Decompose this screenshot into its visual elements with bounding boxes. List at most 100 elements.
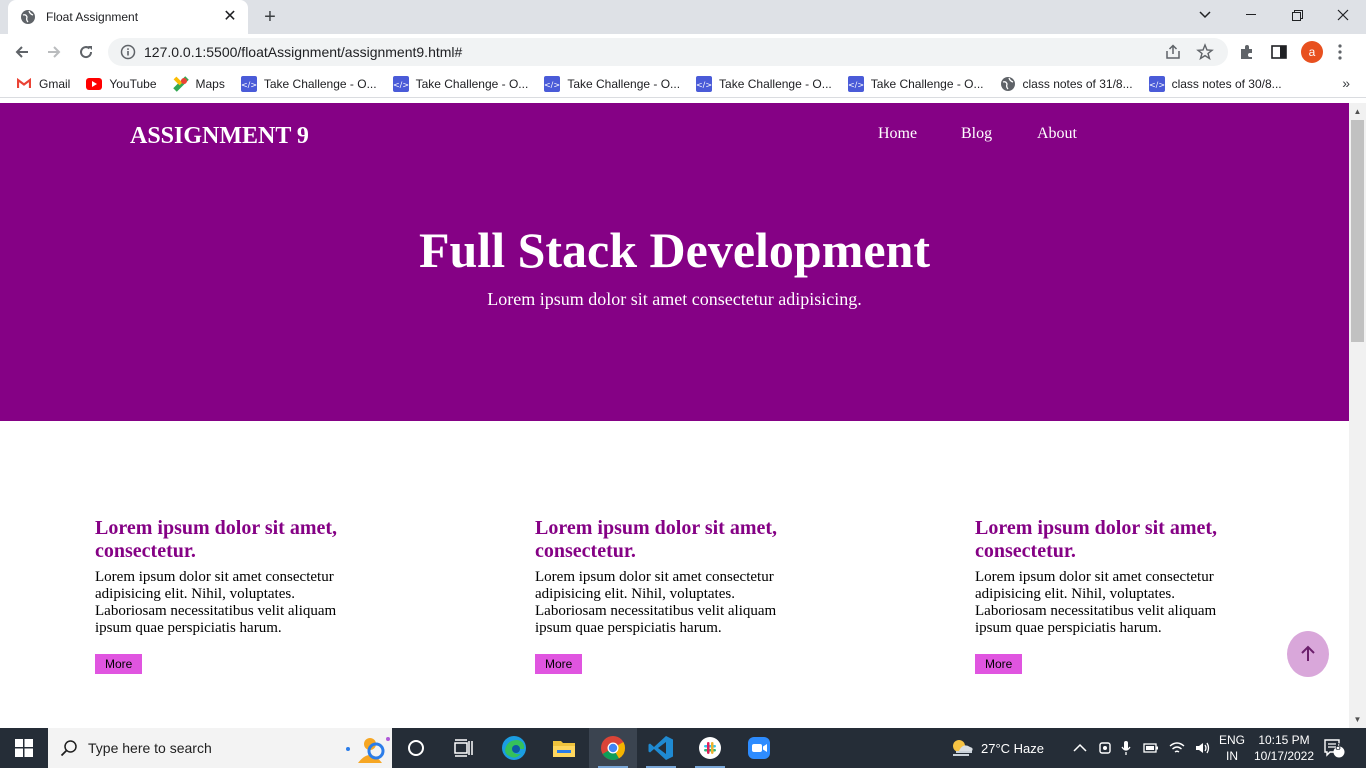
scroll-down-arrow-icon[interactable]: ▼	[1349, 711, 1366, 728]
notification-center-button[interactable]: 8	[1322, 728, 1346, 768]
bookmark-class-notes-31-8[interactable]: class notes of 31/8...	[1000, 76, 1133, 92]
code-icon: </>	[1148, 75, 1165, 92]
search-highlight-icon	[346, 737, 390, 763]
page-viewport: ASSIGNMENT 9 Home Blog About Full Stack …	[0, 103, 1349, 728]
bookmark-take-challenge-5[interactable]: </> Take Challenge - O...	[847, 75, 984, 92]
task-view-button[interactable]	[440, 728, 488, 768]
site-brand[interactable]: ASSIGNMENT 9	[130, 123, 309, 150]
volume-icon[interactable]	[1195, 741, 1211, 755]
taskbar-edge[interactable]	[490, 728, 538, 768]
card-heading: Lorem ipsum dolor sit amet, consectetur.	[95, 517, 338, 562]
vscode-icon	[648, 736, 673, 760]
minimize-button[interactable]	[1228, 0, 1274, 30]
scroll-to-top-button[interactable]	[1287, 631, 1329, 677]
task-view-icon	[454, 739, 473, 757]
back-button[interactable]	[10, 40, 34, 64]
browser-tab[interactable]: Float Assignment ✕	[8, 0, 248, 34]
more-bookmarks-chevron-icon[interactable]: »	[1342, 75, 1350, 91]
tab-title: Float Assignment	[46, 10, 139, 24]
tab-search-icon[interactable]	[1182, 0, 1228, 30]
microphone-icon[interactable]	[1121, 740, 1131, 756]
bookmark-class-notes-30-8[interactable]: </> class notes of 30/8...	[1148, 75, 1282, 92]
nav-link-blog[interactable]: Blog	[961, 125, 992, 143]
page-scrollbar[interactable]: ▲ ▼	[1349, 103, 1366, 728]
windows-logo-icon	[15, 739, 33, 757]
nav-link-label[interactable]: Home	[878, 125, 917, 143]
meet-now-icon[interactable]	[1099, 740, 1111, 756]
more-button[interactable]: More	[535, 654, 583, 674]
bookmark-star-icon[interactable]	[1196, 43, 1214, 61]
search-icon	[60, 740, 77, 757]
nav-link-label[interactable]: About	[1037, 125, 1077, 143]
language-bottom: IN	[1226, 749, 1238, 763]
card-heading: Lorem ipsum dolor sit amet, consectetur.	[535, 517, 778, 562]
side-panel-icon[interactable]	[1270, 43, 1288, 61]
forward-arrow-icon	[48, 46, 61, 58]
arrow-up-icon	[1301, 645, 1315, 661]
maps-icon	[172, 75, 189, 92]
clock[interactable]: 10:15 PM 10/17/2022	[1254, 728, 1314, 768]
nav-link-label[interactable]: Blog	[961, 125, 992, 143]
taskbar-file-explorer[interactable]	[540, 728, 588, 768]
close-tab-icon[interactable]: ✕	[222, 9, 238, 25]
code-icon: </>	[544, 75, 561, 92]
forward-button[interactable]	[42, 40, 66, 64]
bookmark-label: YouTube	[109, 76, 157, 91]
scrollbar-thumb[interactable]	[1351, 120, 1364, 342]
content-card: Lorem ipsum dolor sit amet, consectetur.…	[535, 517, 795, 674]
gmail-icon	[16, 76, 32, 92]
address-bar[interactable]: 127.0.0.1:5500/floatAssignment/assignmen…	[108, 38, 1228, 66]
weather-haze-icon	[953, 740, 973, 756]
taskbar: Type here to search 27°C Haze ENG IN 10:…	[0, 728, 1366, 768]
hero-subtitle: Lorem ipsum dolor sit amet consectetur a…	[487, 289, 862, 309]
reload-button[interactable]	[74, 40, 98, 64]
share-icon[interactable]	[1164, 43, 1182, 61]
more-button[interactable]: More	[95, 654, 143, 674]
bookmark-youtube[interactable]: YouTube	[86, 76, 157, 92]
taskbar-zoom[interactable]	[735, 728, 783, 768]
slack-icon	[699, 737, 721, 759]
battery-icon[interactable]	[1143, 742, 1159, 754]
nav-link-about[interactable]: About	[1037, 125, 1077, 143]
wifi-icon[interactable]	[1169, 741, 1185, 755]
scroll-up-arrow-icon[interactable]: ▲	[1349, 103, 1366, 120]
taskbar-search-box[interactable]: Type here to search	[48, 728, 392, 768]
bookmark-label: Maps	[195, 76, 225, 91]
language-indicator[interactable]: ENG IN	[1219, 728, 1245, 768]
taskbar-vscode[interactable]	[637, 728, 685, 768]
card-heading: Lorem ipsum dolor sit amet, consectetur.	[975, 517, 1218, 562]
taskbar-chrome[interactable]	[589, 728, 637, 768]
weather-widget[interactable]: 27°C Haze	[950, 728, 1044, 768]
bookmark-label: Gmail	[39, 76, 71, 91]
svg-text:</>: </>	[544, 80, 560, 89]
more-button[interactable]: More	[975, 654, 1023, 674]
bookmark-maps[interactable]: Maps	[172, 75, 225, 92]
bookmark-label: Take Challenge - O...	[415, 76, 529, 91]
profile-avatar[interactable]: a	[1301, 41, 1323, 63]
cortana-button[interactable]	[392, 728, 440, 768]
bookmark-take-challenge-4[interactable]: </> Take Challenge - O...	[696, 75, 832, 92]
language-top: ENG	[1219, 733, 1246, 747]
code-icon: </>	[847, 75, 864, 92]
code-icon: </>	[392, 75, 409, 92]
taskbar-slack[interactable]	[686, 728, 734, 768]
start-button[interactable]	[0, 728, 48, 768]
hero-section: ASSIGNMENT 9 Home Blog About Full Stack …	[0, 103, 1349, 421]
new-tab-button[interactable]: +	[258, 6, 282, 28]
bookmark-label: Take Challenge - O...	[870, 76, 984, 91]
menu-dots-icon[interactable]	[1334, 43, 1346, 61]
bookmark-take-challenge-3[interactable]: </> Take Challenge - O...	[544, 75, 680, 92]
extensions-icon[interactable]	[1238, 43, 1256, 61]
card-body: Lorem ipsum dolor sit amet consectetur a…	[975, 569, 1217, 636]
zoom-icon	[748, 737, 770, 759]
restore-button[interactable]	[1274, 0, 1320, 30]
bookmark-gmail[interactable]: Gmail	[16, 76, 70, 92]
close-window-button[interactable]	[1320, 0, 1366, 30]
bookmark-take-challenge-2[interactable]: </> Take Challenge - O...	[392, 75, 529, 92]
youtube-icon	[86, 76, 103, 92]
show-hidden-icons-chevron-icon[interactable]	[1073, 743, 1087, 753]
nav-link-home[interactable]: Home	[878, 125, 917, 143]
info-icon[interactable]	[120, 44, 136, 60]
bookmark-take-challenge-1[interactable]: </> Take Challenge - O...	[240, 75, 377, 92]
svg-text:</>: </>	[696, 80, 712, 89]
